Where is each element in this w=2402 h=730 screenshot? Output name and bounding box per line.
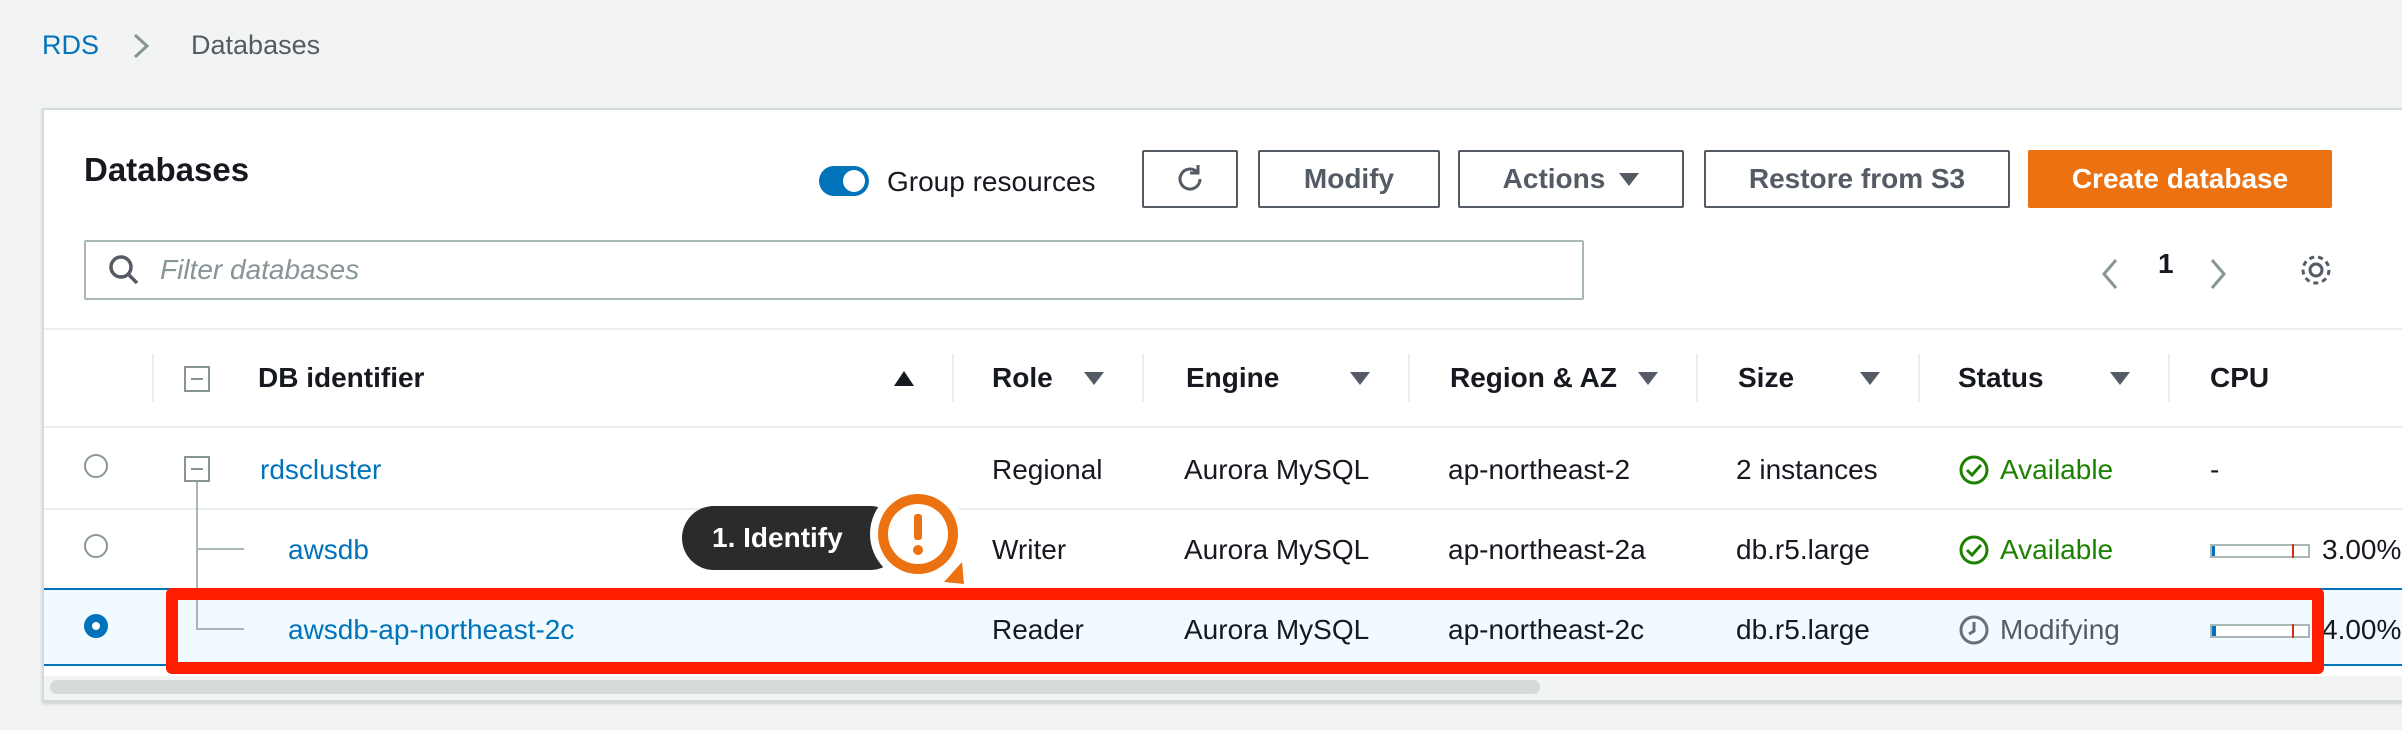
size-cell: db.r5.large (1736, 534, 1870, 565)
sort-icon[interactable] (1084, 372, 1104, 385)
restore-from-s3-button[interactable]: Restore from S3 (1704, 150, 2010, 208)
breadcrumb-rds-link[interactable]: RDS (42, 30, 99, 61)
header-cpu[interactable]: CPU (2210, 362, 2269, 394)
page-number[interactable]: 1 (2158, 248, 2174, 280)
collapse-group-icon[interactable] (184, 456, 210, 482)
header-db-identifier[interactable]: DB identifier (258, 362, 424, 394)
region-cell: ap-northeast-2 (1448, 454, 1631, 485)
engine-cell: Aurora MySQL (1184, 534, 1370, 565)
cpu-usage-bar (2210, 544, 2310, 558)
warning-badge-icon (870, 486, 966, 584)
modify-button[interactable]: Modify (1258, 150, 1440, 208)
refresh-icon (1178, 165, 1202, 191)
tree-line (196, 482, 198, 600)
column-separator (152, 354, 154, 402)
db-identifier-link[interactable]: rdscluster (260, 454, 381, 486)
search-icon (109, 255, 139, 285)
db-identifier-link[interactable]: awsdb (288, 534, 369, 566)
chevron-right-icon (134, 33, 150, 58)
refresh-button[interactable] (1142, 150, 1238, 208)
sort-ascending-icon[interactable] (894, 371, 914, 386)
column-separator (1142, 354, 1144, 402)
size-cell: 2 instances (1736, 454, 1878, 485)
column-separator (1918, 354, 1920, 402)
create-database-button[interactable]: Create database (2028, 150, 2332, 208)
row-radio-selected[interactable] (84, 614, 108, 638)
tree-line (196, 548, 244, 550)
sort-icon[interactable] (1350, 372, 1370, 385)
header-role[interactable]: Role (992, 362, 1053, 394)
callout-label: 1. Identify (712, 522, 843, 553)
group-resources-label: Group resources (887, 166, 1096, 197)
region-cell: ap-northeast-2a (1448, 534, 1646, 565)
role-cell: Writer (992, 534, 1067, 565)
breadcrumb-current: Databases (191, 30, 321, 60)
scrollbar-thumb[interactable] (50, 680, 1540, 694)
status-cell: Available (2000, 534, 2114, 565)
row-radio[interactable] (84, 454, 108, 478)
check-circle-icon (1959, 455, 1989, 485)
next-page-icon[interactable] (2202, 254, 2232, 294)
sort-icon[interactable] (1860, 372, 1880, 385)
sort-icon[interactable] (2110, 372, 2130, 385)
search-input[interactable]: Filter databases (84, 240, 1584, 300)
group-resources-toggle[interactable] (819, 166, 869, 196)
cpu-cell: 3.00% (2322, 534, 2402, 565)
collapse-all-icon[interactable] (184, 366, 210, 392)
header-status[interactable]: Status (1958, 362, 2044, 394)
actions-label: Actions (1502, 163, 1606, 194)
header-size[interactable]: Size (1738, 362, 1794, 394)
check-circle-icon (1959, 535, 1989, 565)
header-engine[interactable]: Engine (1186, 362, 1279, 394)
actions-button[interactable]: Actions (1458, 150, 1684, 208)
sort-icon[interactable] (1638, 372, 1658, 385)
previous-page-icon[interactable] (2096, 254, 2126, 294)
header-region-az[interactable]: Region & AZ (1450, 362, 1617, 394)
role-cell: Regional (992, 454, 1103, 485)
divider (44, 328, 2402, 330)
column-separator (1696, 354, 1698, 402)
search-placeholder: Filter databases (160, 254, 360, 285)
panel-title: Databases (84, 151, 250, 188)
status-cell: Available (2000, 454, 2114, 485)
column-separator (2168, 354, 2170, 402)
caret-down-icon (1619, 172, 1640, 186)
cpu-cell: 4.00% (2322, 614, 2402, 645)
engine-cell: Aurora MySQL (1184, 454, 1370, 485)
divider (44, 426, 2402, 428)
divider (44, 508, 2402, 510)
column-separator (952, 354, 954, 402)
highlight-box (166, 588, 2324, 674)
row-radio[interactable] (84, 534, 108, 558)
gear-icon[interactable] (2296, 250, 2336, 290)
cpu-cell: - (2210, 454, 2220, 485)
breadcrumb: RDS Databases (42, 30, 320, 61)
column-separator (1408, 354, 1410, 402)
